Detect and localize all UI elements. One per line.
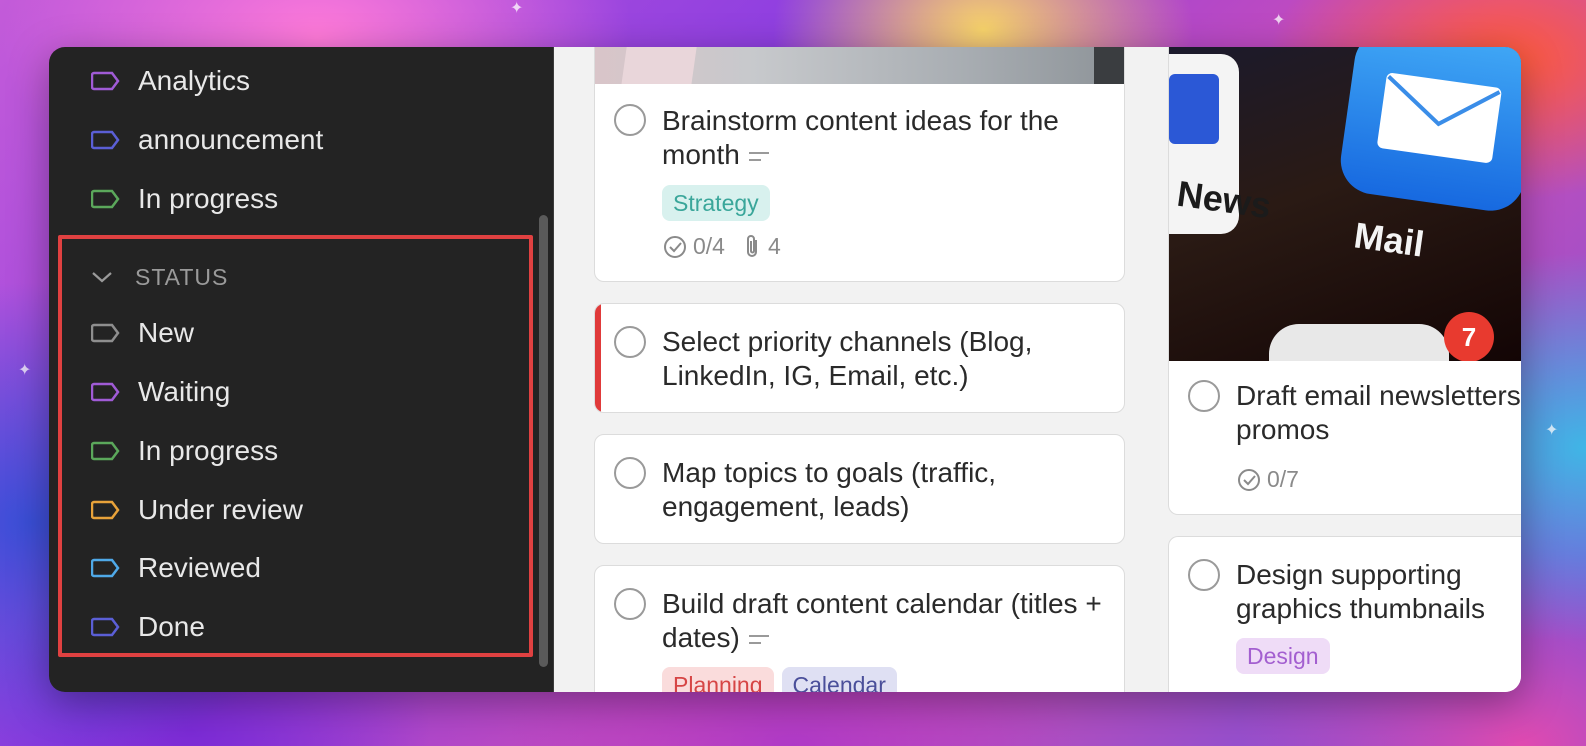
tag-icon bbox=[91, 382, 120, 402]
status-section-title: STATUS bbox=[135, 263, 229, 290]
sidebar-item-label: Analytics bbox=[138, 65, 251, 96]
app-window: Analytics announcement In progress STATU… bbox=[49, 47, 1521, 692]
task-meta: 0/4 4 bbox=[662, 233, 781, 260]
status-item-done[interactable]: Done bbox=[91, 607, 205, 647]
complete-checkbox[interactable] bbox=[614, 104, 646, 136]
status-item-label: Reviewed bbox=[138, 552, 261, 583]
sidebar-item-analytics[interactable]: Analytics bbox=[91, 61, 250, 101]
task-card[interactable]: Map topics to goals (traffic, engagement… bbox=[594, 434, 1125, 544]
sidebar-item-announcement[interactable]: announcement bbox=[91, 120, 323, 160]
sparkle-icon: ✦ bbox=[1545, 422, 1559, 439]
card-cover-image: News Mail 7 bbox=[1169, 47, 1521, 361]
tag-icon bbox=[91, 189, 120, 209]
checklist-count: 0/7 bbox=[1267, 466, 1299, 492]
task-card[interactable]: Design supporting graphics thumbnails De… bbox=[1168, 536, 1521, 692]
news-app-icon: News bbox=[1169, 54, 1274, 234]
task-card[interactable]: Select priority channels (Blog, LinkedIn… bbox=[594, 303, 1125, 413]
status-item-new[interactable]: New bbox=[91, 313, 194, 353]
tag-chip: Calendar bbox=[781, 667, 897, 692]
tag-icon bbox=[91, 441, 120, 461]
tag-icon bbox=[91, 130, 120, 150]
status-item-reviewed[interactable]: Reviewed bbox=[91, 548, 261, 588]
status-item-label: In progress bbox=[138, 435, 279, 466]
notification-badge: 7 bbox=[1444, 312, 1494, 361]
status-item-waiting[interactable]: Waiting bbox=[91, 372, 230, 412]
task-title: Draft email newsletters promos bbox=[1236, 380, 1521, 445]
tag-icon bbox=[91, 71, 120, 91]
tag-icon bbox=[91, 500, 120, 520]
sidebar-scrollbar[interactable] bbox=[539, 215, 548, 667]
card-cover-image bbox=[595, 47, 1124, 84]
task-title: Select priority channels (Blog, LinkedIn… bbox=[662, 326, 1033, 391]
complete-checkbox[interactable] bbox=[1188, 559, 1220, 591]
description-icon bbox=[748, 634, 769, 644]
tag-icon bbox=[91, 323, 120, 343]
complete-checkbox[interactable] bbox=[614, 326, 646, 358]
checklist-count: 0/4 bbox=[693, 233, 725, 259]
task-card[interactable]: News Mail 7 Draft email newsletters prom… bbox=[1168, 47, 1521, 515]
sparkle-icon: ✦ bbox=[18, 362, 32, 379]
complete-checkbox[interactable] bbox=[1188, 380, 1220, 412]
kanban-board: Brainstorm content ideas for the month S… bbox=[554, 47, 1521, 692]
description-icon bbox=[748, 151, 769, 161]
sidebar-item-label: announcement bbox=[138, 124, 324, 155]
status-item-label: Waiting bbox=[138, 376, 231, 407]
sparkle-icon: ✦ bbox=[1272, 12, 1286, 29]
tag-chip: Design bbox=[1236, 638, 1330, 674]
status-item-under-review[interactable]: Under review bbox=[91, 490, 303, 530]
task-meta: 0/7 bbox=[1236, 466, 1299, 493]
tag-icon bbox=[91, 617, 120, 637]
task-card[interactable]: Build draft content calendar (titles + d… bbox=[594, 565, 1125, 692]
task-tags: Planning Calendar bbox=[662, 667, 905, 692]
attachment-icon bbox=[746, 234, 757, 257]
task-tags: Strategy bbox=[662, 185, 778, 221]
tag-chip: Strategy bbox=[662, 185, 770, 221]
status-item-label: New bbox=[138, 317, 195, 348]
attachment-count: 4 bbox=[767, 233, 781, 259]
status-item-label: Under review bbox=[138, 494, 303, 525]
task-title: Build draft content calendar (titles + d… bbox=[662, 588, 1102, 653]
sidebar-item-label: In progress bbox=[138, 183, 279, 214]
task-tags: Design bbox=[1236, 638, 1338, 674]
mail-app-icon bbox=[1336, 47, 1521, 216]
complete-checkbox[interactable] bbox=[614, 588, 646, 620]
task-card[interactable]: Brainstorm content ideas for the month S… bbox=[594, 47, 1125, 282]
task-title: Map topics to goals (traffic, engagement… bbox=[662, 457, 997, 522]
priority-stripe bbox=[595, 304, 601, 412]
status-item-label: Done bbox=[138, 611, 205, 642]
mail-app-label: Mail bbox=[1351, 214, 1427, 265]
chevron-down-icon bbox=[92, 272, 112, 283]
status-item-in-progress[interactable]: In progress bbox=[91, 431, 278, 471]
tag-icon bbox=[91, 558, 120, 578]
checklist-icon bbox=[1238, 468, 1260, 491]
complete-checkbox[interactable] bbox=[614, 457, 646, 489]
sidebar: Analytics announcement In progress STATU… bbox=[49, 47, 554, 692]
tag-chip: Planning bbox=[662, 667, 774, 692]
task-title: Brainstorm content ideas for the month bbox=[662, 105, 1059, 170]
sidebar-item-in-progress[interactable]: In progress bbox=[91, 179, 278, 219]
status-section-header[interactable]: STATUS bbox=[91, 259, 228, 295]
checklist-icon bbox=[664, 235, 686, 258]
task-title: Design supporting graphics thumbnails bbox=[1236, 559, 1486, 624]
sparkle-icon: ✦ bbox=[510, 0, 524, 17]
